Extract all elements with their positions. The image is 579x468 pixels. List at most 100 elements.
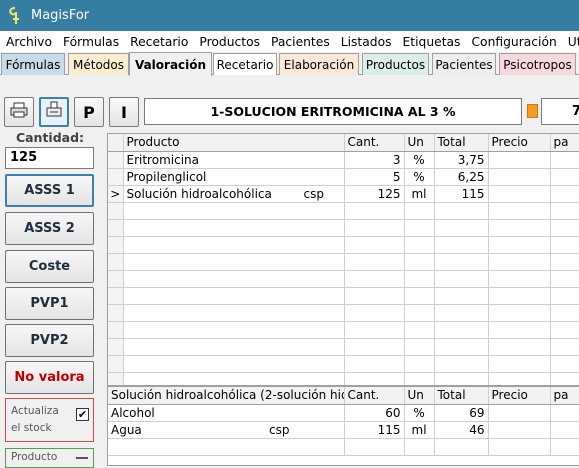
cell-producto[interactable]: Eritromicina <box>123 151 345 169</box>
cell-sub-total[interactable]: 46 <box>434 421 489 439</box>
empty-row[interactable] <box>108 304 579 322</box>
sub-formula-grid: Solución hidroalcohólica (2-solución hid… <box>107 386 579 466</box>
cell-pa[interactable] <box>550 185 579 203</box>
cell-sub-pa[interactable] <box>550 404 579 422</box>
stock-checkbox[interactable]: ✔ <box>76 408 89 421</box>
cell-sub-total[interactable]: 69 <box>434 404 489 422</box>
col-sub-total[interactable]: Total <box>434 387 489 405</box>
table-row[interactable]: > Solución hidroalcohólica csp 125 ml 115 <box>108 185 579 203</box>
table-row[interactable]: Eritromicina 3 % 3,75 <box>108 151 579 169</box>
cell-un[interactable]: % <box>404 168 435 186</box>
cell-sub-pa[interactable] <box>550 421 579 439</box>
menu-etiquetas[interactable]: Etiquetas <box>397 35 466 49</box>
empty-row[interactable] <box>108 372 579 385</box>
tab-recetario[interactable]: Recetario <box>213 53 277 75</box>
i-button[interactable]: I <box>109 97 139 127</box>
col-cant[interactable]: Cant. <box>344 134 405 152</box>
right-value-field[interactable]: 7 <box>541 98 579 125</box>
menu-recetario[interactable]: Recetario <box>124 35 193 49</box>
table-row[interactable]: Agua csp 115 ml 46 <box>108 421 579 439</box>
tab-pacientes[interactable]: Pacientes <box>432 53 496 75</box>
cell-cant[interactable]: 125 <box>344 185 405 203</box>
menu-listados[interactable]: Listados <box>335 35 397 49</box>
menu-archivo[interactable]: Archivo <box>0 35 57 49</box>
asss2-button[interactable]: ASSS 2 <box>5 212 94 245</box>
col-sub-precio[interactable]: Precio <box>488 387 551 405</box>
app-logo-icon <box>6 6 24 25</box>
col-producto[interactable]: Producto <box>123 134 345 152</box>
row-indicator: > <box>108 185 124 203</box>
menu-configuracion[interactable]: Configuración <box>465 35 561 49</box>
csp-text: csp <box>269 422 290 437</box>
printer-icon <box>10 101 28 123</box>
empty-row[interactable] <box>108 438 579 456</box>
empty-row[interactable] <box>108 270 579 288</box>
col-sub-un[interactable]: Un <box>404 387 435 405</box>
col-sub-producto[interactable]: Solución hidroalcohólica (2-solución hid… <box>108 387 345 405</box>
cell-precio[interactable] <box>488 185 551 203</box>
stock-label: Actualiza el stock <box>11 405 59 434</box>
cell-sub-producto[interactable]: Agua csp <box>108 421 345 439</box>
cell-sub-precio[interactable] <box>488 404 551 422</box>
empty-row[interactable] <box>108 202 579 220</box>
menu-formulas[interactable]: Fórmulas <box>57 35 124 49</box>
col-precio[interactable]: Precio <box>488 134 551 152</box>
col-un[interactable]: Un <box>404 134 435 152</box>
status-indicator <box>527 104 538 118</box>
cell-cant[interactable]: 5 <box>344 168 405 186</box>
cell-un[interactable]: ml <box>404 185 435 203</box>
asss1-button[interactable]: ASSS 1 <box>5 174 94 207</box>
title-bar: MagisFor <box>0 0 579 31</box>
empty-row[interactable] <box>108 253 579 271</box>
col-pa[interactable]: pa <box>550 134 579 152</box>
menu-pacientes[interactable]: Pacientes <box>265 35 335 49</box>
menu-utilidades[interactable]: Uti <box>562 35 579 49</box>
tab-valoracion[interactable]: Valoración <box>129 52 212 76</box>
tab-psicotropos[interactable]: Psicotropos <box>499 53 576 75</box>
cell-sub-precio[interactable] <box>488 421 551 439</box>
tab-metodos[interactable]: Métodos <box>68 53 129 75</box>
cell-sub-cant[interactable]: 60 <box>344 404 405 422</box>
label-print-button[interactable] <box>39 97 69 127</box>
cell-precio[interactable] <box>488 151 551 169</box>
table-row[interactable]: Propilenglicol 5 % 6,25 <box>108 168 579 186</box>
empty-row[interactable] <box>108 219 579 237</box>
p-button[interactable]: P <box>74 97 104 127</box>
cantidad-input[interactable]: 125 <box>5 147 94 169</box>
cell-un[interactable]: % <box>404 151 435 169</box>
table-row[interactable]: Alcohol 60 % 69 <box>108 404 579 422</box>
cell-total[interactable]: 115 <box>434 185 489 203</box>
coste-button[interactable]: Coste <box>5 250 94 283</box>
cell-sub-cant[interactable]: 115 <box>344 421 405 439</box>
formula-name-field[interactable]: 1-SOLUCION ERITROMICINA AL 3 % <box>144 98 522 125</box>
tab-formulas[interactable]: Fórmulas <box>1 53 65 75</box>
no-valora-button[interactable]: No valora <box>5 361 94 394</box>
empty-row[interactable] <box>108 338 579 356</box>
empty-row[interactable] <box>108 355 579 373</box>
cell-total[interactable]: 6,25 <box>434 168 489 186</box>
cell-precio[interactable] <box>488 168 551 186</box>
cell-pa[interactable] <box>550 168 579 186</box>
col-sub-cant[interactable]: Cant. <box>344 387 405 405</box>
tab-productos[interactable]: Productos <box>362 53 429 75</box>
col-total[interactable]: Total <box>434 134 489 152</box>
cell-total[interactable]: 3,75 <box>434 151 489 169</box>
cell-cant[interactable]: 3 <box>344 151 405 169</box>
pvp2-button[interactable]: PVP2 <box>5 324 94 357</box>
empty-row[interactable] <box>108 236 579 254</box>
print-button[interactable] <box>4 97 34 127</box>
cell-sub-un[interactable]: ml <box>404 421 435 439</box>
collapse-icon[interactable] <box>76 457 88 459</box>
tab-elaboracion[interactable]: Elaboración <box>279 53 359 75</box>
pvp1-button[interactable]: PVP1 <box>5 287 94 320</box>
empty-row[interactable] <box>108 287 579 305</box>
cell-pa[interactable] <box>550 151 579 169</box>
tab-bar: Fórmulas Métodos Valoración Recetario El… <box>0 52 579 76</box>
menu-productos[interactable]: Productos <box>193 35 265 49</box>
cell-producto[interactable]: Propilenglicol <box>123 168 345 186</box>
col-sub-pa[interactable]: pa <box>550 387 579 405</box>
cell-producto[interactable]: Solución hidroalcohólica csp <box>123 185 345 203</box>
empty-row[interactable] <box>108 321 579 339</box>
cell-sub-producto[interactable]: Alcohol <box>108 404 345 422</box>
cell-sub-un[interactable]: % <box>404 404 435 422</box>
